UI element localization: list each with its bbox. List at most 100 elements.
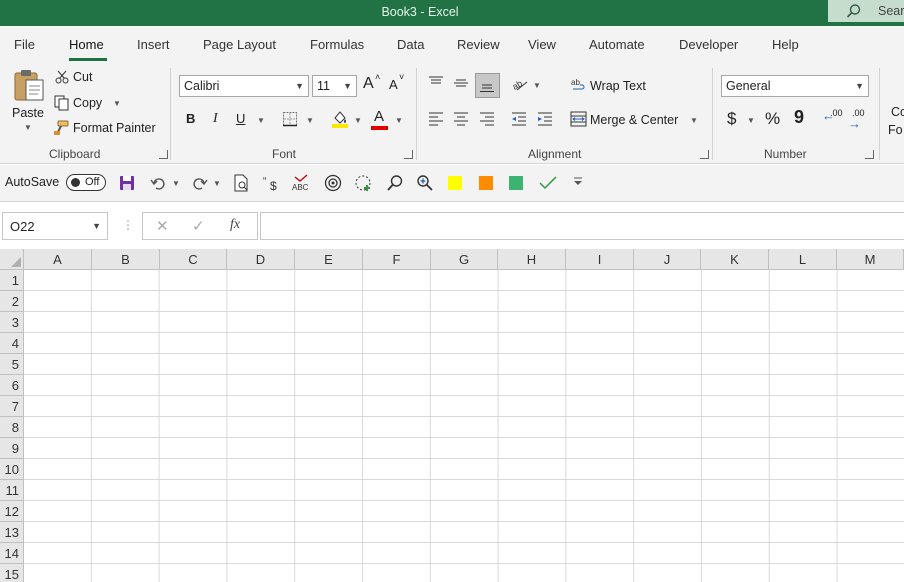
find-icon[interactable] xyxy=(386,174,404,192)
tab-review[interactable]: Review xyxy=(457,37,500,52)
tab-file[interactable]: File xyxy=(14,37,35,52)
row-header-15[interactable]: 15 xyxy=(0,564,24,582)
tab-formulas[interactable]: Formulas xyxy=(310,37,364,52)
font-color-button[interactable]: A xyxy=(374,108,384,125)
paste-icon[interactable] xyxy=(12,68,46,102)
percent-button[interactable]: % xyxy=(765,109,780,129)
enter-icon[interactable]: ✓ xyxy=(192,217,205,235)
copy-icon[interactable] xyxy=(54,95,69,111)
alignment-launcher-icon[interactable] xyxy=(700,150,709,159)
increase-decimal-button[interactable]: .00 xyxy=(830,108,843,118)
tab-view[interactable]: View xyxy=(528,37,556,52)
orange-fill-button[interactable] xyxy=(479,176,493,190)
row-header-14[interactable]: 14 xyxy=(0,543,24,564)
cut-label[interactable]: Cut xyxy=(73,70,92,84)
row-header-12[interactable]: 12 xyxy=(0,501,24,522)
orientation-icon[interactable]: ab xyxy=(511,76,529,92)
print-preview-icon[interactable] xyxy=(233,174,249,192)
wrap-text-icon[interactable]: ab xyxy=(571,77,587,93)
wrap-text-label[interactable]: Wrap Text xyxy=(590,79,646,93)
read-aloud-icon[interactable]: “$ xyxy=(263,174,281,192)
number-launcher-icon[interactable] xyxy=(865,150,874,159)
cut-icon[interactable] xyxy=(55,70,69,84)
column-header-i[interactable]: I xyxy=(566,249,634,270)
column-header-m[interactable]: M xyxy=(837,249,904,270)
tab-help[interactable]: Help xyxy=(772,37,799,52)
fill-color-icon[interactable] xyxy=(331,109,349,129)
row-header-5[interactable]: 5 xyxy=(0,354,24,375)
row-header-3[interactable]: 3 xyxy=(0,312,24,333)
format-painter-label[interactable]: Format Painter xyxy=(73,121,156,135)
green-fill-button[interactable] xyxy=(509,176,523,190)
column-header-l[interactable]: L xyxy=(769,249,837,270)
column-header-a[interactable]: A xyxy=(24,249,92,270)
row-header-13[interactable]: 13 xyxy=(0,522,24,543)
borders-icon[interactable] xyxy=(282,111,298,127)
align-center-icon[interactable] xyxy=(453,112,469,126)
row-header-4[interactable]: 4 xyxy=(0,333,24,354)
paste-label[interactable]: Paste xyxy=(12,106,44,120)
yellow-fill-button[interactable] xyxy=(448,176,462,190)
row-header-6[interactable]: 6 xyxy=(0,375,24,396)
orientation-dropdown-icon[interactable]: ▼ xyxy=(533,81,541,90)
column-header-g[interactable]: G xyxy=(431,249,498,270)
search-box[interactable]: Sear xyxy=(828,0,904,22)
cancel-icon[interactable]: ✕ xyxy=(156,217,169,235)
underline-button[interactable]: U xyxy=(236,111,245,126)
redo-icon[interactable] xyxy=(192,175,208,191)
top-align-icon[interactable] xyxy=(428,76,444,90)
bold-button[interactable]: B xyxy=(186,111,195,126)
column-header-f[interactable]: F xyxy=(363,249,431,270)
align-right-icon[interactable] xyxy=(479,112,495,126)
tab-home[interactable]: Home xyxy=(69,37,104,52)
font-name-dropdown[interactable]: Calibri ▼ xyxy=(179,75,309,97)
comma-style-button[interactable]: 9 xyxy=(794,107,804,128)
select-objects-icon[interactable] xyxy=(354,174,372,192)
column-header-h[interactable]: H xyxy=(498,249,566,270)
camera-icon[interactable] xyxy=(324,174,342,192)
undo-icon[interactable] xyxy=(150,175,166,191)
format-painter-icon[interactable] xyxy=(53,120,69,136)
column-header-k[interactable]: K xyxy=(701,249,769,270)
row-header-2[interactable]: 2 xyxy=(0,291,24,312)
save-icon[interactable] xyxy=(119,175,135,191)
customize-qat-icon[interactable] xyxy=(572,176,584,188)
middle-align-icon[interactable] xyxy=(453,76,469,90)
number-format-dropdown[interactable]: General ▼ xyxy=(721,75,869,97)
conditional-formatting-label-2[interactable]: Fo xyxy=(888,123,903,137)
grow-font-button[interactable]: A xyxy=(363,75,374,93)
tab-data[interactable]: Data xyxy=(397,37,424,52)
insert-function-button[interactable]: fx xyxy=(230,217,240,233)
decrease-indent-icon[interactable] xyxy=(511,112,527,126)
borders-dropdown-icon[interactable]: ▼ xyxy=(306,116,314,125)
tab-automate[interactable]: Automate xyxy=(589,37,645,52)
column-header-j[interactable]: J xyxy=(634,249,701,270)
italic-button[interactable]: I xyxy=(213,111,218,127)
copy-label[interactable]: Copy xyxy=(73,96,102,110)
row-header-11[interactable]: 11 xyxy=(0,480,24,501)
increase-indent-icon[interactable] xyxy=(537,112,553,126)
copy-dropdown-icon[interactable]: ▼ xyxy=(113,99,121,108)
row-header-1[interactable]: 1 xyxy=(0,270,24,291)
more-options-icon[interactable]: ⋮ xyxy=(122,218,134,232)
merge-center-label[interactable]: Merge & Center xyxy=(590,113,678,127)
undo-dropdown-icon[interactable]: ▼ xyxy=(172,179,180,188)
merge-center-icon[interactable] xyxy=(570,111,587,127)
row-header-8[interactable]: 8 xyxy=(0,417,24,438)
checkmark-icon[interactable] xyxy=(539,175,557,191)
zoom-icon[interactable] xyxy=(416,174,434,192)
tab-insert[interactable]: Insert xyxy=(137,37,170,52)
tab-page-layout[interactable]: Page Layout xyxy=(203,37,276,52)
redo-dropdown-icon[interactable]: ▼ xyxy=(213,179,221,188)
currency-button[interactable]: $ xyxy=(727,109,736,129)
name-box[interactable]: O22 ▼ xyxy=(2,212,108,240)
conditional-formatting-label[interactable]: Co xyxy=(891,105,904,119)
formula-input[interactable] xyxy=(260,212,904,240)
spelling-icon[interactable]: ABC xyxy=(292,174,312,192)
autosave-toggle[interactable]: Off xyxy=(66,174,106,191)
column-header-e[interactable]: E xyxy=(295,249,363,270)
row-header-9[interactable]: 9 xyxy=(0,438,24,459)
font-size-dropdown[interactable]: 11 ▼ xyxy=(312,75,357,97)
clipboard-launcher-icon[interactable] xyxy=(159,150,168,159)
row-header-10[interactable]: 10 xyxy=(0,459,24,480)
